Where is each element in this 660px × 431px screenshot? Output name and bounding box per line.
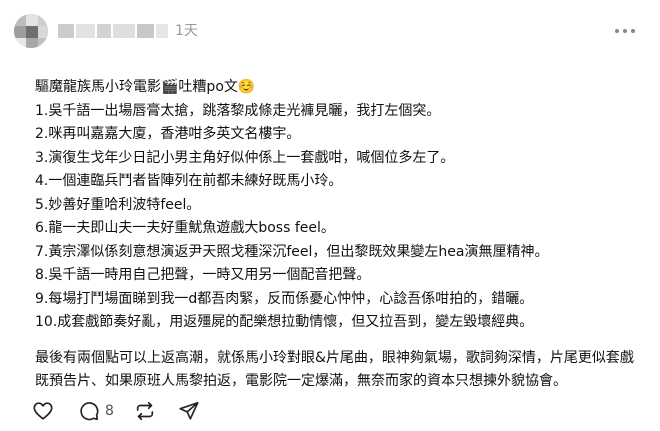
like-button[interactable]: [32, 400, 54, 422]
share-button[interactable]: [178, 400, 200, 422]
repost-icon: [134, 400, 156, 422]
post-line: 10.成套戲節奏好亂，用返殭屍的配樂想拉動情懷，但又拉吾到，變左毀壞經典。: [35, 314, 534, 330]
comment-button[interactable]: 8: [78, 400, 114, 422]
post-line: 2.咪再叫嘉嘉大廈，香港咁多英文名樓宇。: [35, 126, 301, 142]
post-line: 1.吳千語一出場唇膏太搶，跳落黎成條走光褲見曬，我打左個突。: [35, 102, 441, 119]
more-options-button[interactable]: [610, 22, 640, 40]
post-closing-paragraph: 最後有兩個點可以上返高潮，就係馬小玲對眼&片尾曲，眼神夠氣場，歌詞夠深情，片尾更…: [35, 349, 634, 390]
post-line: 6.龍一夫即山夫一夫好重魷魚遊戲大boss feel。: [35, 220, 335, 236]
post-actions: 8: [32, 400, 200, 422]
post-line: 4.一個連臨兵鬥者皆陣列在前都未練好既馬小玲。: [35, 173, 343, 189]
post-line: 7.黃宗澤似係刻意想演返尹天照戈種深沉feel，但出黎既效果變左hea演無厘精神…: [35, 243, 549, 260]
post-timestamp: 1天: [175, 23, 198, 39]
post-line: 8.吳千語一時用自己把聲，一時又用另一個配音把聲。: [35, 267, 371, 283]
more-horizontal-icon: [615, 29, 635, 33]
post-title-line: 驅魔龍族馬小玲電影🎬吐糟po文☺️: [35, 79, 256, 95]
repost-button[interactable]: [134, 400, 156, 422]
post-line: 5.妙善好重哈利波特feel。: [35, 196, 201, 213]
avatar[interactable]: [14, 14, 48, 48]
send-icon: [178, 400, 200, 422]
heart-icon: [32, 400, 54, 422]
comment-icon: [78, 400, 100, 422]
post-line: 9.每場打鬥場面睇到我一d都吾肉緊，反而係憂心忡忡，心諗吾係咁拍的，錯曬。: [35, 290, 534, 307]
post-line: 3.演復生戈年少日記小男主角好似仲係上一套戲咁，喊個位多左了。: [35, 149, 455, 166]
post-header: 1天: [0, 0, 660, 56]
comment-count: 8: [105, 403, 114, 419]
censored-username[interactable]: [58, 24, 168, 38]
post-body: 驅魔龍族馬小玲電影🎬吐糟po文☺️ 1.吳千語一出場唇膏太搶，跳落黎成條走光褲見…: [35, 76, 640, 394]
